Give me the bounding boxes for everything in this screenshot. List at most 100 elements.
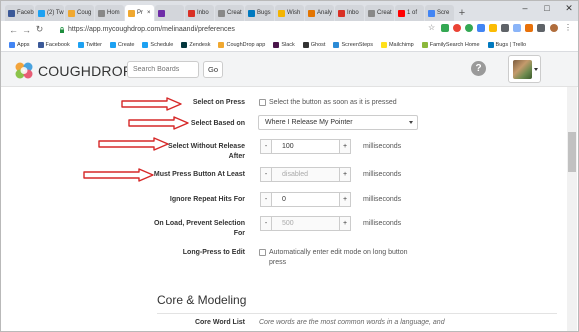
increment-button[interactable]: + <box>339 139 351 154</box>
extension-icon[interactable] <box>525 24 533 32</box>
unit-label: milliseconds <box>363 220 402 227</box>
help-icon[interactable]: ? <box>471 61 486 76</box>
back-button[interactable]: ← <box>7 25 20 35</box>
description-line: press <box>269 259 287 266</box>
coughdrop-logo-icon[interactable] <box>13 59 35 81</box>
unit-label: milliseconds <box>363 196 402 203</box>
extension-icon[interactable] <box>501 24 509 32</box>
lock-icon <box>60 26 64 33</box>
bookmark-trello[interactable]: Bugs | Trello <box>487 41 527 48</box>
maximize-button[interactable]: □ <box>536 1 558 15</box>
app-header: COUGHDROP Go ? <box>1 52 578 87</box>
bookmark-create[interactable]: Create <box>109 41 134 48</box>
new-tab-button[interactable]: + <box>455 5 469 21</box>
minimize-button[interactable]: – <box>514 1 536 15</box>
tab-screen[interactable]: Scre <box>425 5 454 21</box>
extension-icon[interactable] <box>441 24 449 32</box>
tab-wish[interactable]: Wish <box>275 5 304 21</box>
tab-analytics[interactable]: Analy <box>305 5 334 21</box>
reload-button[interactable]: ↻ <box>33 24 46 35</box>
select-on-press-checkbox[interactable] <box>259 99 266 106</box>
bookmark-facebook[interactable]: Facebook <box>37 41 70 48</box>
forward-button[interactable]: → <box>20 25 33 35</box>
tab-label: (2) Tw <box>47 10 64 16</box>
scrollbar-track[interactable] <box>567 87 577 331</box>
go-button[interactable]: Go <box>203 61 223 78</box>
page-icon <box>98 9 105 17</box>
twitter-icon <box>38 9 45 17</box>
must-press-input[interactable]: disabled <box>272 167 339 182</box>
facebook-icon <box>37 41 44 48</box>
label-line: Select Without Release <box>168 143 245 150</box>
tab-inbox-2[interactable]: Inbo <box>335 5 364 21</box>
brand-name[interactable]: COUGHDROP <box>38 63 132 79</box>
on-load-prevent-stepper: - 500 + <box>260 216 351 231</box>
setting-select-without-release: Select Without Release After - 100 + mil… <box>1 139 567 163</box>
setting-select-based-on: Select Based on Where I Release My Point… <box>1 115 567 131</box>
zendesk-icon <box>181 41 188 48</box>
close-window-button[interactable]: ✕ <box>558 1 578 15</box>
bookmark-coughdrop[interactable]: CoughDrop app <box>218 41 266 48</box>
on-load-prevent-input[interactable]: 500 <box>272 216 339 231</box>
bookmark-apps[interactable]: Apps <box>9 41 30 48</box>
search-boards-input[interactable] <box>127 61 199 78</box>
bookmark-mailchimp[interactable]: Mailchimp <box>380 41 414 48</box>
window-controls: – □ ✕ <box>514 1 578 15</box>
tab-facebook[interactable]: Faceb <box>5 5 34 21</box>
apps-icon <box>9 41 15 48</box>
decrement-button[interactable]: - <box>260 139 272 154</box>
tab-coughdrop[interactable]: Coug <box>65 5 94 21</box>
extension-icon[interactable] <box>465 24 473 32</box>
familysearch-icon <box>421 41 428 48</box>
extension-icon[interactable] <box>537 24 545 32</box>
select-without-release-stepper: - 100 + <box>260 139 351 154</box>
screen-icon <box>428 9 435 17</box>
bookmark-familysearch[interactable]: FamilySearch Home <box>421 41 480 48</box>
increment-button[interactable]: + <box>339 216 351 231</box>
tab-home[interactable]: Hom <box>95 5 124 21</box>
bookmark-label: Bugs | Trello <box>495 41 527 48</box>
bookmark-schedule[interactable]: Schedule <box>142 41 173 48</box>
tab-create[interactable]: Creat <box>215 5 244 21</box>
trello-icon <box>248 9 255 17</box>
bookmark-screensteps[interactable]: ScreenSteps <box>333 41 373 48</box>
close-icon[interactable]: × <box>147 10 151 16</box>
profile-icon[interactable] <box>550 24 558 32</box>
ignore-repeat-hits-input[interactable]: 0 <box>272 192 339 207</box>
extension-icon[interactable] <box>513 24 521 32</box>
chevron-down-icon <box>534 68 538 71</box>
decrement-button[interactable]: - <box>260 192 272 207</box>
bookmark-zendesk[interactable]: Zendesk <box>181 41 210 48</box>
select-without-release-input[interactable]: 100 <box>272 139 339 154</box>
user-menu-button[interactable] <box>508 55 541 83</box>
tab-bugs[interactable]: Bugs <box>245 5 274 21</box>
tab-create-2[interactable]: Creat <box>365 5 394 21</box>
decrement-button[interactable]: - <box>260 216 272 231</box>
scrollbar-thumb[interactable] <box>568 132 576 172</box>
extension-icon[interactable] <box>453 24 461 32</box>
star-icon[interactable]: ☆ <box>428 24 436 32</box>
address-bar[interactable]: https://app.mycoughdrop.com/melinaandi/p… <box>59 23 439 36</box>
menu-icon[interactable]: ⋮ <box>564 24 572 32</box>
decrement-button[interactable]: - <box>260 167 272 182</box>
bookmark-slack[interactable]: Slack <box>273 41 295 48</box>
ignore-repeat-hits-stepper: - 0 + <box>260 192 351 207</box>
tab-label: Analy <box>317 10 333 16</box>
long-press-to-edit-checkbox[interactable] <box>259 249 266 256</box>
extension-icon[interactable] <box>477 24 485 32</box>
bookmark-twitter[interactable]: Twitter <box>77 41 102 48</box>
tab-inbox[interactable]: Inbo <box>185 5 214 21</box>
section-title: Core & Modeling <box>157 293 247 307</box>
tab-twitter[interactable]: (2) Tw <box>35 5 64 21</box>
select-based-on-dropdown[interactable]: Where I Release My Pointer <box>258 115 418 130</box>
tab-app[interactable] <box>155 5 184 21</box>
label-line: On Load, Prevent Selection <box>153 220 245 227</box>
bookmark-label: CoughDrop app <box>226 41 266 48</box>
increment-button[interactable]: + <box>339 167 351 182</box>
tab-preferences[interactable]: Pr × <box>125 5 154 21</box>
extension-icon[interactable] <box>489 24 497 32</box>
increment-button[interactable]: + <box>339 192 351 207</box>
tab-youtube[interactable]: 1 of <box>395 5 424 21</box>
coughdrop-icon <box>68 9 75 17</box>
bookmark-ghost[interactable]: Ghost <box>302 41 325 48</box>
